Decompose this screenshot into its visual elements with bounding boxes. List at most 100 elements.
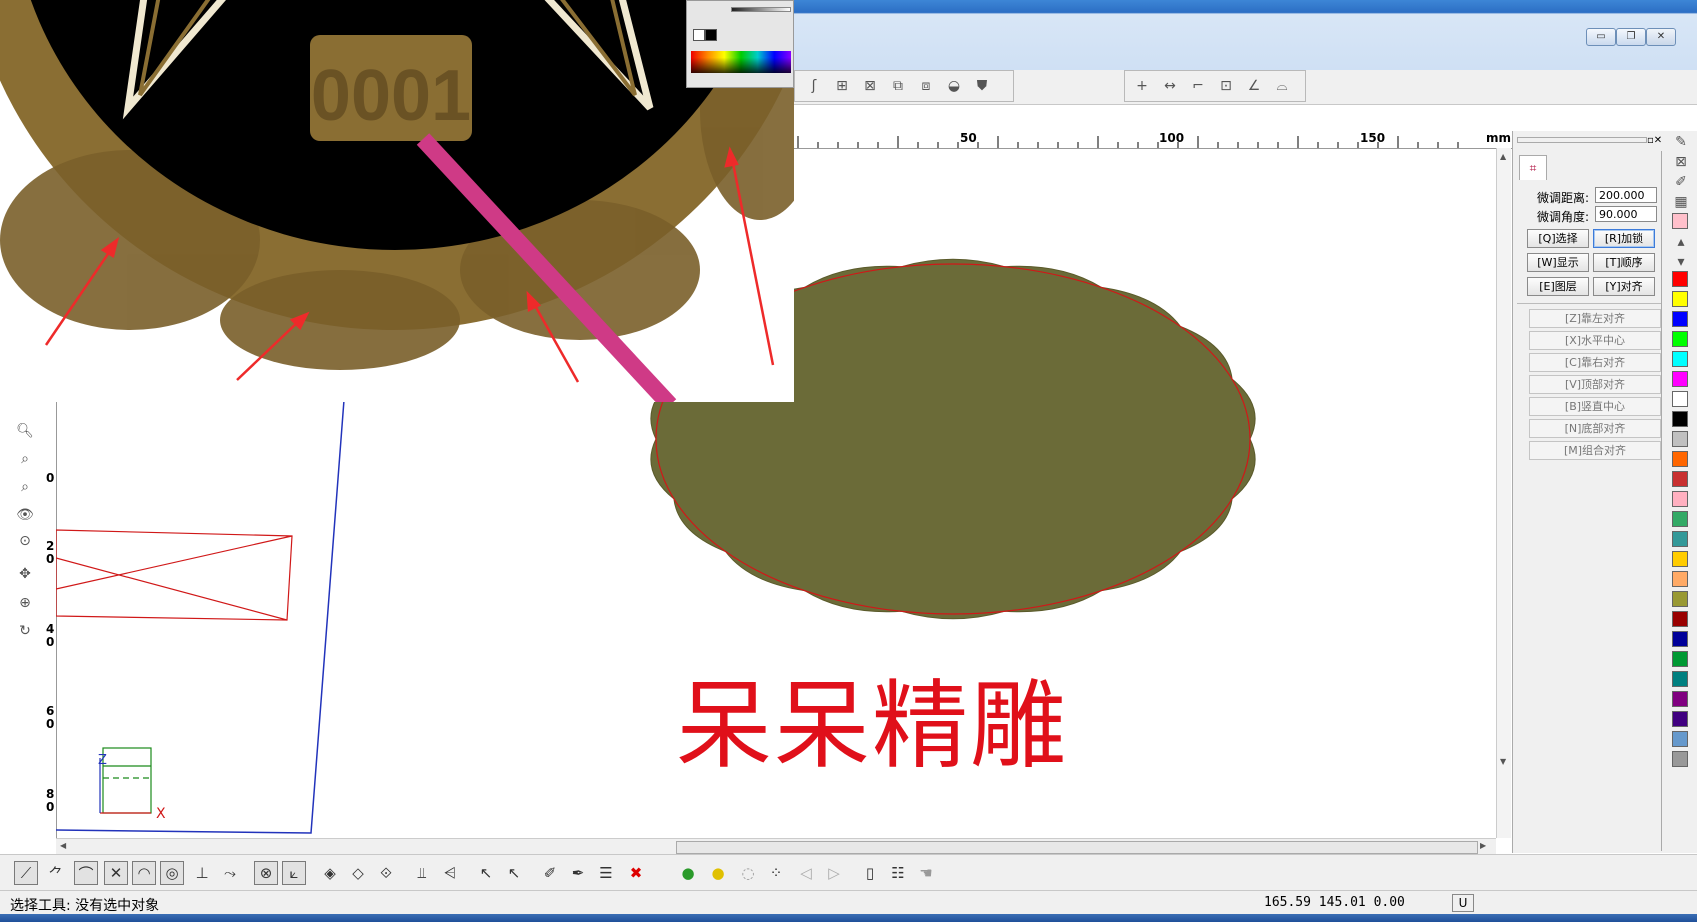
scroll-down-icon[interactable]: ▼ [1500,757,1506,766]
box-dimension-icon[interactable]: ⊡ [1215,75,1237,97]
color-swatch[interactable] [1672,611,1688,627]
select-button[interactable]: [Q]选择 [1527,229,1589,248]
engraving-text[interactable]: 呆呆精雕 [676,648,1068,787]
display-button[interactable]: [W]显示 [1527,253,1589,272]
palette-down-icon[interactable]: ▾ [1670,251,1692,273]
color-swatch[interactable] [1672,711,1688,727]
color-swatch[interactable] [1672,631,1688,647]
arc-corner-icon[interactable]: ⌒ [74,861,98,885]
pick-cursor-icon[interactable]: ↖ [474,861,498,885]
node-tab-icon[interactable]: ⌗ [1519,155,1547,180]
color-swatch[interactable] [1672,651,1688,667]
color-swatch[interactable] [1672,311,1688,327]
ruler-grid-icon[interactable]: ☷ [886,861,910,885]
node-snap-icon[interactable]: ⊗ [254,861,278,885]
diamond-c-icon[interactable]: ⟐ [374,861,398,885]
layer-edit-icon[interactable]: ⩤ [438,861,462,885]
rotate-view-icon[interactable]: ↻ [14,620,36,642]
color-swatch[interactable] [1672,391,1688,407]
horizontal-scroll-thumb[interactable] [676,841,1478,854]
combine-icon[interactable]: ⧉ [887,75,909,97]
color-swatch[interactable] [1672,431,1688,447]
light-off-icon[interactable]: ◌ [736,861,760,885]
color-swatch[interactable] [1672,351,1688,367]
edit-path-icon[interactable]: ✐ [538,861,562,885]
fine-distance-field[interactable]: 200.000 [1595,187,1657,203]
color-swatch[interactable] [1672,371,1688,387]
color-swatch[interactable] [1672,731,1688,747]
angle-snap-icon[interactable]: ⟀ [282,861,306,885]
angle-icon[interactable]: ∠ [1243,75,1265,97]
list-edit-icon[interactable]: ☰ [594,861,618,885]
color-swatch[interactable] [1672,271,1688,287]
align-hcenter-button[interactable]: [X]水平中心 [1529,331,1661,350]
color-swatch[interactable] [1672,331,1688,347]
pen-icon[interactable]: ✎ [1670,131,1692,153]
next-icon[interactable]: ▷ [822,861,846,885]
color-swatch[interactable] [1672,531,1688,547]
zoom-out-icon[interactable]: ⌕ [14,448,36,470]
prev-icon[interactable]: ◁ [794,861,818,885]
no-color-swatch[interactable] [693,29,705,41]
pen-path-icon[interactable]: ✒ [566,861,590,885]
close-button[interactable]: ✕ [1646,28,1676,46]
pan-icon[interactable]: ✥ [14,563,36,585]
align-button[interactable]: [Y]对齐 [1593,277,1655,296]
minimize-button[interactable]: ▭ [1586,28,1616,46]
radius-icon[interactable]: ⌓ [1271,75,1293,97]
yellow-bulb-icon[interactable]: ● [706,861,730,885]
shield-icon[interactable]: ⛊ [971,75,993,97]
snap-line-icon[interactable]: ⺈ [44,861,68,885]
color-picker[interactable] [686,0,794,88]
color-swatch[interactable] [1672,411,1688,427]
diamond-a-icon[interactable]: ◈ [318,861,342,885]
brightness-slider[interactable] [731,7,791,12]
plus-icon[interactable]: + [1131,75,1153,97]
zoom-area-icon[interactable]: 🔍︎ [14,420,36,442]
color-swatch[interactable] [1672,571,1688,587]
perpendicular-icon[interactable]: ⊥ [190,861,214,885]
align-vcenter-button[interactable]: [B]竖直中心 [1529,397,1661,416]
grid-node-icon[interactable]: ⊠ [859,75,881,97]
restore-button[interactable]: ❐ [1616,28,1646,46]
color-spectrum[interactable] [691,51,791,73]
align-group-button[interactable]: [M]组合对齐 [1529,441,1661,460]
layer-button[interactable]: [E]图层 [1527,277,1589,296]
align-right-button[interactable]: [C]靠右对齐 [1529,353,1661,372]
circle-snap-icon[interactable]: ◎ [160,861,184,885]
line-tool-icon[interactable]: ⟋ [14,861,38,885]
half-shield-icon[interactable]: ◒ [943,75,965,97]
order-button[interactable]: [T]顺序 [1593,253,1655,272]
color-swatch[interactable] [1672,451,1688,467]
color-swatch[interactable] [1672,751,1688,767]
align-top-button[interactable]: [V]顶部对齐 [1529,375,1661,394]
eye-icon[interactable]: 👁︎ [14,504,36,526]
scroll-up-icon[interactable]: ▲ [1500,152,1506,161]
current-color-swatch[interactable] [1672,213,1688,229]
book-icon[interactable]: ▯ [858,861,882,885]
layer-up-icon[interactable]: ⫫ [410,861,434,885]
horizontal-scrollbar[interactable]: ◀ ▶ [56,838,1496,855]
green-bulb-icon[interactable]: ● [676,861,700,885]
align-left-button[interactable]: [Z]靠左对齐 [1529,309,1661,328]
delete-icon[interactable]: ✖ [624,861,648,885]
eyedropper-icon[interactable]: ✐ [1670,171,1692,193]
palette-up-icon[interactable]: ▴ [1670,231,1692,253]
scroll-left-icon[interactable]: ◀ [60,841,66,850]
diamond-b-icon[interactable]: ◇ [346,861,370,885]
fine-angle-field[interactable]: 90.000 [1595,206,1657,222]
zoom-disabled-icon[interactable]: ⌕ [14,476,36,498]
pick-remove-icon[interactable]: ↖ [502,861,526,885]
red-box-shape[interactable] [56,529,293,621]
color-swatch[interactable] [1672,511,1688,527]
hatch-icon[interactable]: ▦ [1670,191,1692,213]
scroll-right-icon[interactable]: ▶ [1480,841,1486,850]
no-fill-icon[interactable]: ⊠ [1670,151,1692,173]
color-swatch[interactable] [1672,491,1688,507]
grid-split-icon[interactable]: ⊞ [831,75,853,97]
color-swatch[interactable] [1672,551,1688,567]
panel-pin-icon[interactable]: ▫✕ [1647,135,1662,146]
zoom-fit-icon[interactable]: ⊙ [14,530,36,552]
color-swatch[interactable] [1672,471,1688,487]
unit-mode-indicator[interactable]: U [1452,894,1474,912]
